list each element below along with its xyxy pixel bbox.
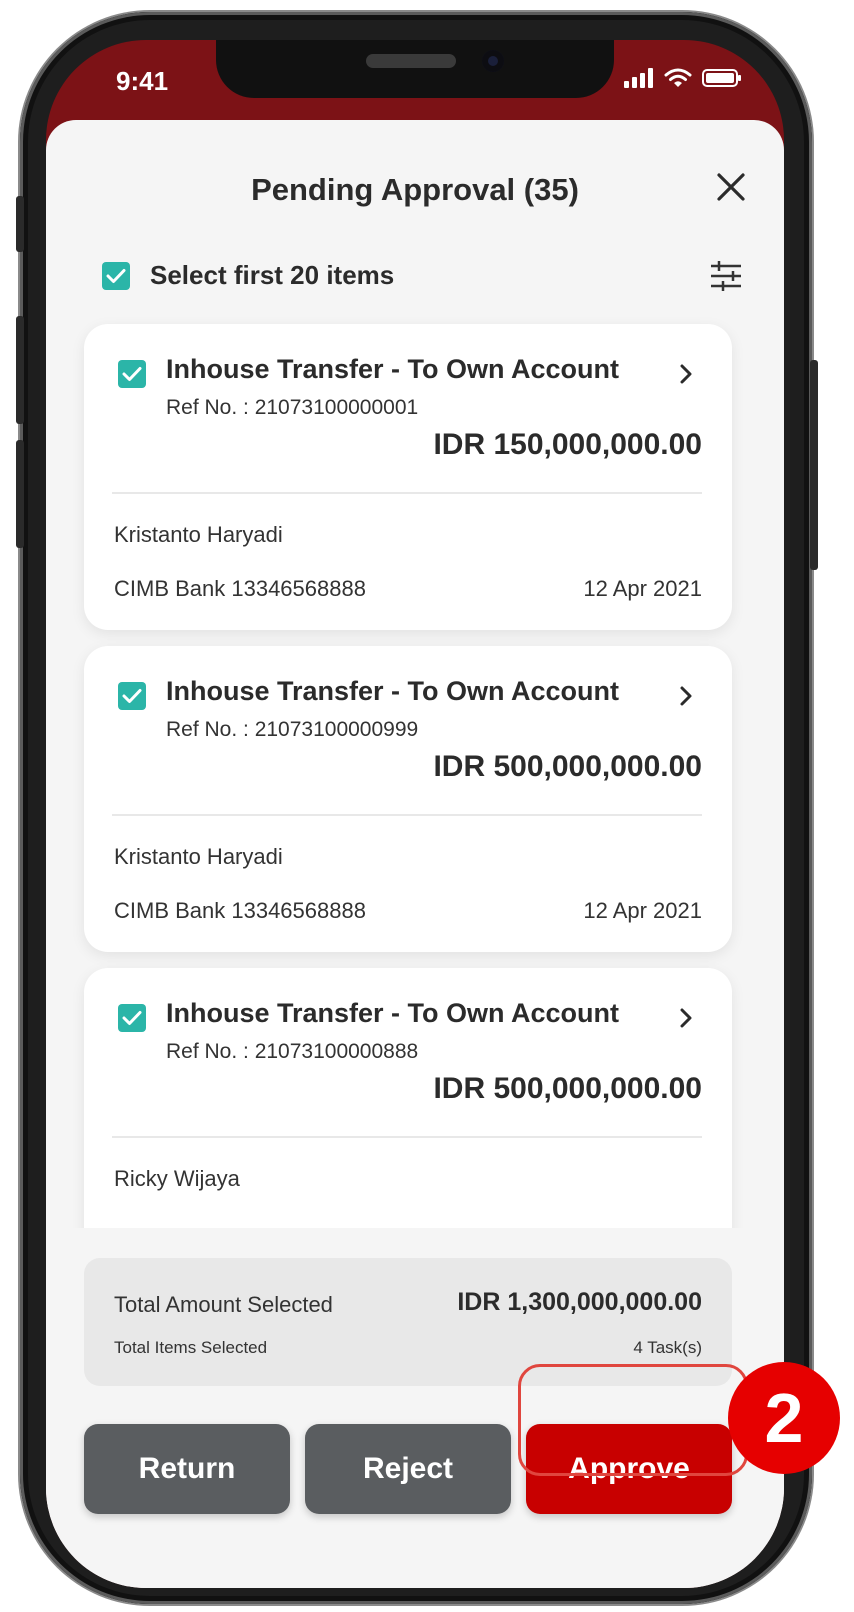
approval-card[interactable]: Inhouse Transfer - To Own Account Ref No… [84,646,732,952]
card-ref-number: Ref No. : 21073100000888 [166,1040,419,1063]
checkbox-checked-icon [122,367,142,381]
silent-switch [16,196,24,252]
card-divider [112,814,702,816]
card-ref-number: Ref No. : 21073100000001 [166,396,419,419]
speaker-grille [366,54,456,68]
total-items-value: 4 Task(s) [633,1338,702,1357]
wifi-icon [664,68,692,87]
battery-icon [702,69,741,87]
status-time: 9:41 [116,66,169,96]
volume-down-button [16,440,24,548]
card-checkbox[interactable] [118,1004,146,1032]
step-number-badge: 2 [728,1362,840,1474]
notch [216,40,614,98]
select-all-row[interactable]: Select first 20 items [102,260,394,291]
card-bank-account: CIMB Bank 13346568888 [114,898,366,923]
card-date: 12 Apr 2021 [583,898,702,923]
card-title: Inhouse Transfer - To Own Account [166,354,620,384]
card-amount: IDR 150,000,000.00 [433,428,702,461]
total-amount-label: Total Amount Selected [114,1292,333,1317]
select-all-checkbox[interactable] [102,261,130,290]
card-amount: IDR 500,000,000.00 [433,750,702,783]
power-button [810,360,818,570]
checkbox-checked-icon [106,268,126,283]
chevron-right-icon[interactable] [676,1006,696,1030]
phone-screen: 9:41 Pending Approval (35) Select first … [46,40,784,1588]
page-title: Pending Approval (35) [251,172,579,207]
card-divider [112,1136,702,1138]
card-date: 12 Apr 2021 [583,576,702,601]
card-name: Kristanto Haryadi [114,522,283,547]
card-title: Inhouse Transfer - To Own Account [166,998,620,1028]
card-amount: IDR 500,000,000.00 [433,1072,702,1105]
approval-card[interactable]: Inhouse Transfer - To Own Account Ref No… [84,324,732,630]
card-divider [112,492,702,494]
checkbox-checked-icon [122,689,142,703]
status-icons [624,68,742,88]
card-bank-account: CIMB Bank 13346568888 [114,576,366,601]
filter-icon[interactable] [708,258,744,294]
card-checkbox[interactable] [118,682,146,710]
volume-up-button [16,316,24,424]
chevron-right-icon[interactable] [676,362,696,386]
select-all-label: Select first 20 items [150,260,395,290]
card-ref-number: Ref No. : 21073100000999 [166,718,419,741]
card-name: Ricky Wijaya [114,1166,240,1191]
card-name: Kristanto Haryadi [114,844,283,869]
close-icon[interactable] [714,170,748,204]
approve-highlight-outline [518,1364,748,1476]
return-button[interactable]: Return [84,1424,290,1514]
card-checkbox[interactable] [118,360,146,388]
card-title: Inhouse Transfer - To Own Account [166,676,620,706]
total-items-label: Total Items Selected [114,1338,268,1357]
camera-icon [482,50,504,72]
total-amount-value: IDR 1,300,000,000.00 [457,1288,702,1316]
chevron-right-icon[interactable] [676,684,696,708]
reject-button[interactable]: Reject [305,1424,511,1514]
checkbox-checked-icon [122,1011,142,1025]
signal-icon [624,68,653,88]
